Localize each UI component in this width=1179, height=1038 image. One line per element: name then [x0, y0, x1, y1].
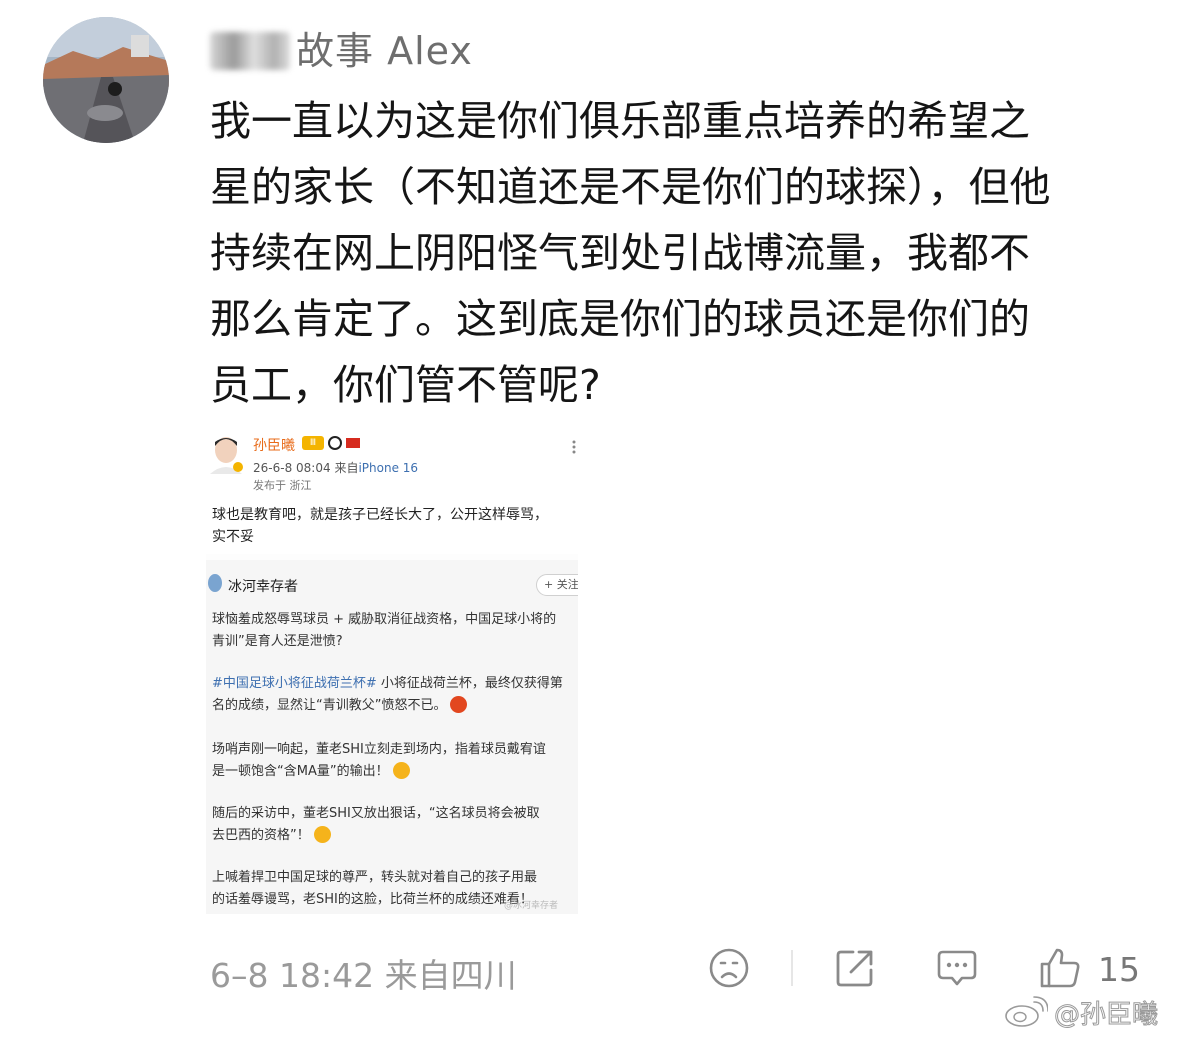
source-text: 来自四川 [384, 956, 517, 995]
repost-watermark: @冰河幸存者 [504, 901, 559, 911]
repost-line-text: 名的成绩，显然让“青训教父”愤怒不已。 [212, 698, 447, 713]
reposted-post: 冰河幸存者 + 关注 球恼羞成怒辱骂球员 + 威胁取消征战资格，中国足球小将的 … [206, 560, 578, 914]
embedded-author-name: 孙臣曦 [253, 438, 295, 454]
angry-emoji-icon [450, 696, 468, 713]
embedded-location: 发布于 浙江 [253, 479, 312, 492]
repost-line: 的话羞辱谩骂，老SHI的这脸，比荷兰杯的成绩还难看！ [212, 892, 533, 907]
comment-line: 那么肯定了。这到底是你们的球员还是你们的 [210, 295, 1030, 343]
comment-timestamp: 6–8 18:42 来自四川 [210, 949, 517, 997]
repost-line: 上喊着捍卫中国足球的尊严，转头就对着自己的孩子用最 [212, 870, 538, 885]
repost-line: 名的成绩，显然让“青训教父”愤怒不已。 [212, 694, 468, 713]
embedded-post-image[interactable]: 孙臣曦 Ⅲ 26-6-8 08:04 来自iPhone 16 发布于 浙江 球也… [206, 426, 578, 914]
comment-text: 我一直以为这是你们俱乐部重点培养的希望之 星的家长（不知道还是不是你们的球探），… [210, 88, 1130, 418]
repost-line: 场哨声刚一响起，董老SHI立刻走到场内，指着球员戴宥谊 [212, 742, 546, 757]
embedded-device: iPhone 16 [358, 461, 419, 475]
footer-divider [791, 950, 793, 986]
sad-face-icon[interactable] [707, 946, 751, 990]
repost-line: 随后的采访中，董老SHI又放出狠话，“这名球员将会被取 [212, 806, 540, 821]
user-avatar[interactable] [43, 17, 169, 143]
comment-username[interactable]: 故事 Alex [210, 20, 473, 75]
weibo-logo-icon [1005, 996, 1048, 1027]
blurred-name-part [210, 32, 290, 70]
embedded-badges: Ⅲ [302, 436, 360, 450]
follow-button: + 关注 [536, 574, 578, 596]
embedded-post-time: 26-6-8 08:04 来自iPhone 16 [253, 459, 418, 476]
comment-line: 星的家长（不知道还是不是你们的球探），但他 [210, 163, 1051, 211]
repost-author-name: 冰河幸存者 [228, 579, 298, 595]
embedded-author-avatar [208, 434, 244, 474]
embedded-body-line: 球也是教育吧，就是孩子已经长大了，公开这样辱骂， [212, 507, 548, 523]
embedded-body-line: 实不妥 [212, 529, 254, 545]
repost-line-text: 是一顿饱含“含MA量”的输出！ [212, 764, 389, 779]
embedded-device-prefix: 来自 [334, 461, 359, 475]
weibo-watermark: @孙臣曦 [1004, 994, 1159, 1030]
repost-line-hashtag: #中国足球小将征战荷兰杯# 小将征战荷兰杯，最终仅获得第 [212, 676, 563, 691]
repost-line: 去巴西的资格”！ [212, 824, 331, 843]
panda-icon [328, 436, 342, 450]
comment-line: 持续在网上阴阳怪气到处引战博流量，我都不 [210, 229, 1030, 277]
repost-line-text: 去巴西的资格”！ [212, 828, 310, 843]
share-icon[interactable] [833, 946, 877, 990]
repost-line: 是一顿饱含“含MA量”的输出！ [212, 760, 410, 779]
repost-line: 球恼羞成怒辱骂球员 + 威胁取消征战资格，中国足球小将的 [212, 612, 557, 627]
repost-line: 青训”是育人还是泄愤? [212, 634, 343, 649]
comment-line: 员工，你们管不管呢? [210, 361, 601, 409]
repost-author-avatar [208, 574, 222, 592]
pleading-emoji-icon [313, 826, 331, 843]
vip-badge-icon: Ⅲ [302, 436, 324, 450]
embedded-post-header: 孙臣曦 Ⅲ 26-6-8 08:04 来自iPhone 16 发布于 浙江 球也… [206, 426, 578, 554]
time-text: 6–8 18:42 [210, 956, 375, 995]
flag-icon [346, 438, 360, 448]
username-text: 故事 Alex [296, 29, 473, 73]
shocked-emoji-icon [392, 762, 410, 779]
like-count: 15 [1098, 950, 1140, 989]
embedded-post-body: 球也是教育吧，就是孩子已经长大了，公开这样辱骂， 实不妥 [212, 504, 578, 548]
watermark-text: @孙臣曦 [1053, 999, 1159, 1030]
comment-icon[interactable] [935, 946, 979, 990]
comment-line: 我一直以为这是你们俱乐部重点培养的希望之 [210, 97, 1030, 145]
embedded-time-text: 26-6-8 08:04 [253, 461, 331, 475]
thumbs-up-icon[interactable] [1038, 946, 1082, 990]
more-icon [572, 440, 576, 454]
